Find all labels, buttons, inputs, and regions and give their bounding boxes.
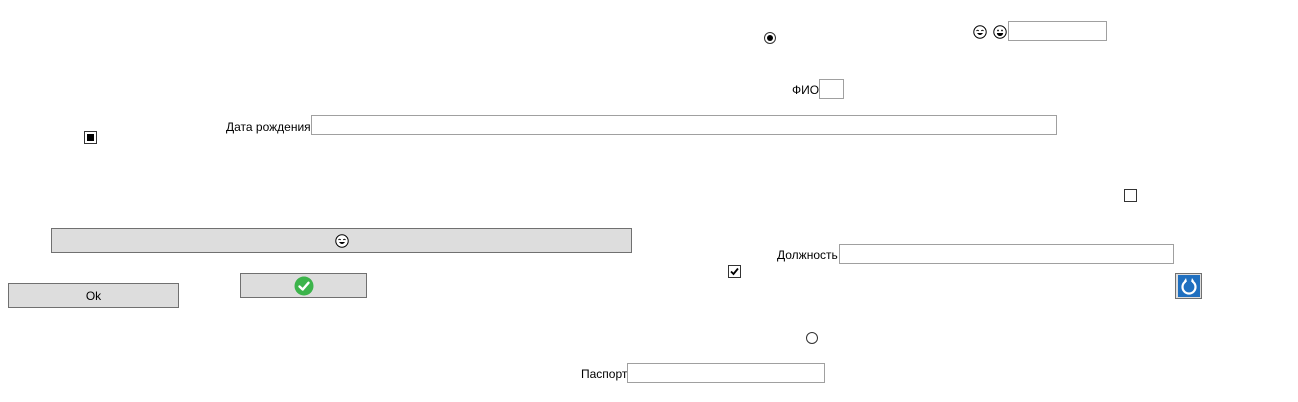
birthdate-label: Дата рождения (226, 120, 311, 134)
radio-option-top[interactable] (764, 32, 776, 44)
top-right-input[interactable] (1008, 21, 1107, 41)
green-checkmark-icon (294, 276, 313, 295)
checkbox-middle[interactable] (728, 265, 741, 278)
checkbox-indeterminate-mark (87, 134, 94, 141)
passport-input[interactable] (627, 363, 825, 383)
refresh-image-button[interactable] (1175, 273, 1202, 299)
laughing-face-icon (334, 233, 349, 248)
blue-refresh-icon (1177, 275, 1200, 297)
radio-option-bottom[interactable] (806, 332, 818, 344)
confirm-button[interactable] (240, 273, 367, 298)
radio-dot (767, 35, 773, 41)
birthdate-input[interactable] (311, 115, 1057, 135)
checkmark-icon (730, 267, 739, 276)
passport-label: Паспорт (581, 367, 628, 381)
position-label: Должность (777, 248, 838, 262)
emoji-button[interactable] (51, 228, 632, 253)
laughing-face-icon (973, 25, 987, 39)
fio-label: ФИО (792, 83, 820, 97)
ok-button[interactable]: Ok (8, 283, 179, 308)
checkbox-right[interactable] (1124, 189, 1137, 202)
fio-input[interactable] (819, 79, 844, 99)
checkbox-left[interactable] (84, 131, 97, 144)
ok-button-label: Ok (85, 288, 102, 303)
grinning-face-icon (993, 25, 1007, 39)
position-input[interactable] (839, 244, 1174, 264)
